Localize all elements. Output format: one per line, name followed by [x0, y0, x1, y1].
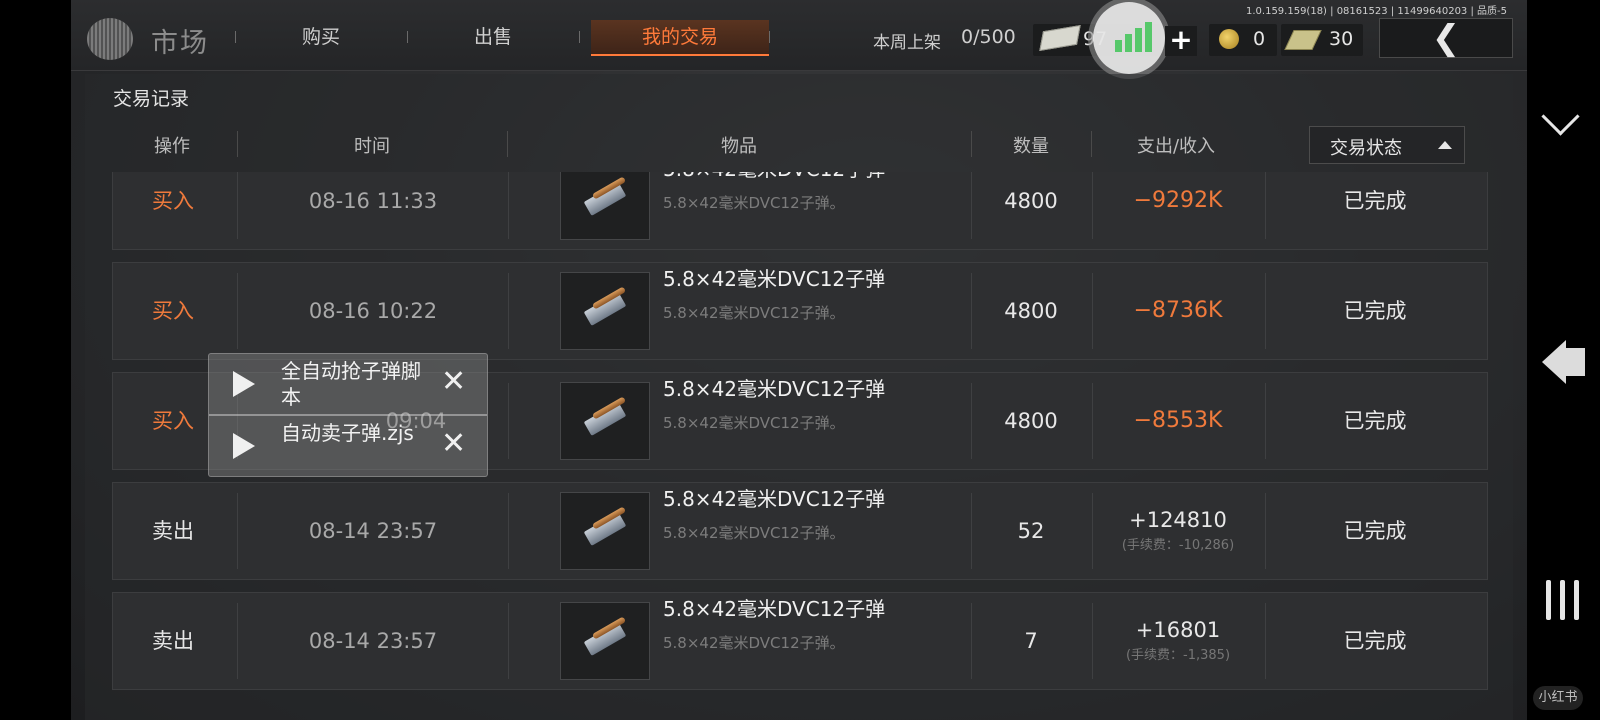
recents-line	[1546, 580, 1551, 620]
item-name: 5.8×42毫米DVC12子弹	[663, 597, 886, 621]
item-description: 5.8×42毫米DVC12子弹。	[663, 524, 845, 542]
item-description: 5.8×42毫米DVC12子弹。	[663, 304, 845, 322]
amount: +16801	[1135, 618, 1221, 642]
weekly-listing-value: 0/500	[961, 26, 1016, 48]
column-header-action: 操作	[154, 136, 190, 157]
cell-divider	[508, 273, 509, 349]
cell-divider	[508, 172, 509, 239]
script-item[interactable]: 全自动抢子弹脚本 ✕	[209, 354, 487, 414]
item-name: 5.8×42毫米DVC12子弹	[663, 267, 886, 291]
column-header-quantity: 数量	[1013, 136, 1049, 157]
action-label: 买入	[152, 299, 194, 323]
play-icon[interactable]	[233, 433, 255, 459]
cell-divider	[508, 383, 509, 459]
quantity: 4800	[1004, 299, 1058, 323]
sort-up-icon	[1438, 141, 1452, 149]
action-label: 买入	[152, 189, 194, 213]
recents-line	[1574, 580, 1579, 620]
action-label: 卖出	[152, 519, 194, 543]
tab-divider	[407, 31, 408, 43]
left-black-bar	[0, 0, 71, 720]
fee-note: (手续费：-10,286)	[1121, 538, 1235, 553]
script-item[interactable]: 自动卖子弹.zjs ✕	[209, 416, 487, 476]
quantity: 4800	[1004, 409, 1058, 433]
item-name: 5.8×42毫米DVC12子弹	[663, 377, 886, 401]
signal-bar	[1115, 40, 1122, 52]
recents-icon[interactable]	[1546, 580, 1580, 620]
market-title: 市场	[151, 28, 209, 59]
trade-time: 08-14 23:57	[308, 519, 438, 543]
quantity: 52	[1017, 519, 1045, 543]
tab-divider	[235, 31, 236, 43]
item-description: 5.8×42毫米DVC12子弹。	[663, 414, 845, 432]
chevron-left-icon: ❮	[1431, 18, 1461, 58]
status-sort-button[interactable]: 交易状态	[1309, 126, 1465, 164]
back-button[interactable]: ❮	[1379, 18, 1513, 58]
fee-note: (手续费：-1,385)	[1125, 648, 1231, 663]
status: 已完成	[1343, 299, 1407, 323]
network-signal-float-button[interactable]	[1093, 2, 1165, 74]
cash-amount: 30	[1329, 28, 1354, 50]
version-text: 1.0.159.159(18) | 08161523 | 11499640203…	[1246, 6, 1507, 17]
ammo-thumbnail	[560, 172, 650, 240]
back-arrow-icon[interactable]	[1565, 348, 1585, 376]
status: 已完成	[1343, 629, 1407, 653]
add-currency-button[interactable]: +	[1165, 26, 1197, 56]
script-name: 全自动抢子弹脚本	[281, 359, 421, 409]
signal-bar	[1145, 22, 1152, 52]
column-header-time: 时间	[354, 136, 390, 157]
trade-time: 08-14 23:57	[308, 629, 438, 653]
table-row[interactable]: 卖出 08-14 23:57 5.8×42毫米DVC12子弹 5.8×42毫米D…	[112, 592, 1488, 690]
cell-divider	[508, 493, 509, 569]
column-header-amount: 支出/收入	[1136, 136, 1216, 157]
weekly-listing-label: 本周上架	[873, 33, 941, 53]
quantity: 4800	[1004, 189, 1058, 213]
table-row[interactable]: 买入 08-16 10:22 5.8×42毫米DVC12子弹 5.8×42毫米D…	[112, 262, 1488, 360]
amount: −9292K	[1133, 188, 1223, 213]
cell-divider	[508, 603, 509, 679]
globe-logo-icon	[87, 18, 133, 60]
tab-sell[interactable]: 出售	[433, 20, 553, 54]
amount: −8736K	[1133, 298, 1223, 323]
tab-my-trades[interactable]: 我的交易	[591, 20, 769, 56]
status: 已完成	[1343, 409, 1407, 433]
coin-amount: 0	[1253, 28, 1266, 50]
tab-divider	[579, 31, 580, 43]
script-name: 自动卖子弹.zjs	[281, 421, 414, 445]
close-icon[interactable]: ✕	[441, 364, 466, 400]
trade-time: 08-16 10:22	[308, 299, 438, 323]
watermark: 小红书	[1533, 686, 1583, 710]
action-label: 卖出	[152, 629, 194, 653]
column-header-status: 交易状态	[1330, 138, 1402, 159]
trade-time: 08-16 11:33	[308, 189, 438, 213]
signal-bar	[1125, 34, 1132, 52]
item-description: 5.8×42毫米DVC12子弹。	[663, 194, 845, 212]
status: 已完成	[1343, 519, 1407, 543]
ammo-thumbnail	[560, 492, 650, 570]
tab-buy[interactable]: 购买	[261, 20, 381, 54]
play-icon[interactable]	[233, 371, 255, 397]
column-header-item: 物品	[721, 136, 757, 157]
item-description: 5.8×42毫米DVC12子弹。	[663, 634, 845, 652]
close-icon[interactable]: ✕	[441, 426, 466, 462]
back-arrow-icon[interactable]	[1542, 340, 1566, 384]
ammo-thumbnail	[560, 602, 650, 680]
table-row[interactable]: 卖出 08-14 23:57 5.8×42毫米DVC12子弹 5.8×42毫米D…	[112, 482, 1488, 580]
tab-divider	[769, 31, 770, 43]
ammo-thumbnail	[560, 272, 650, 350]
recents-line	[1560, 580, 1565, 620]
section-title: 交易记录	[113, 88, 190, 110]
item-name: 5.8×42毫米DVC12子弹	[663, 172, 885, 181]
script-runner-overlay: 全自动抢子弹脚本 ✕ 自动卖子弹.zjs ✕	[208, 353, 488, 477]
amount: +124810	[1129, 508, 1227, 532]
coin-icon	[1219, 29, 1239, 49]
quantity: 7	[1024, 629, 1038, 653]
signal-bar	[1135, 28, 1142, 52]
table-row[interactable]: 买入 08-16 11:33 5.8×42毫米DVC12子弹 5.8×42毫米D…	[112, 172, 1488, 250]
ammo-thumbnail	[560, 382, 650, 460]
item-name: 5.8×42毫米DVC12子弹	[663, 487, 886, 511]
status: 已完成	[1343, 189, 1407, 213]
amount: −8553K	[1133, 408, 1223, 433]
